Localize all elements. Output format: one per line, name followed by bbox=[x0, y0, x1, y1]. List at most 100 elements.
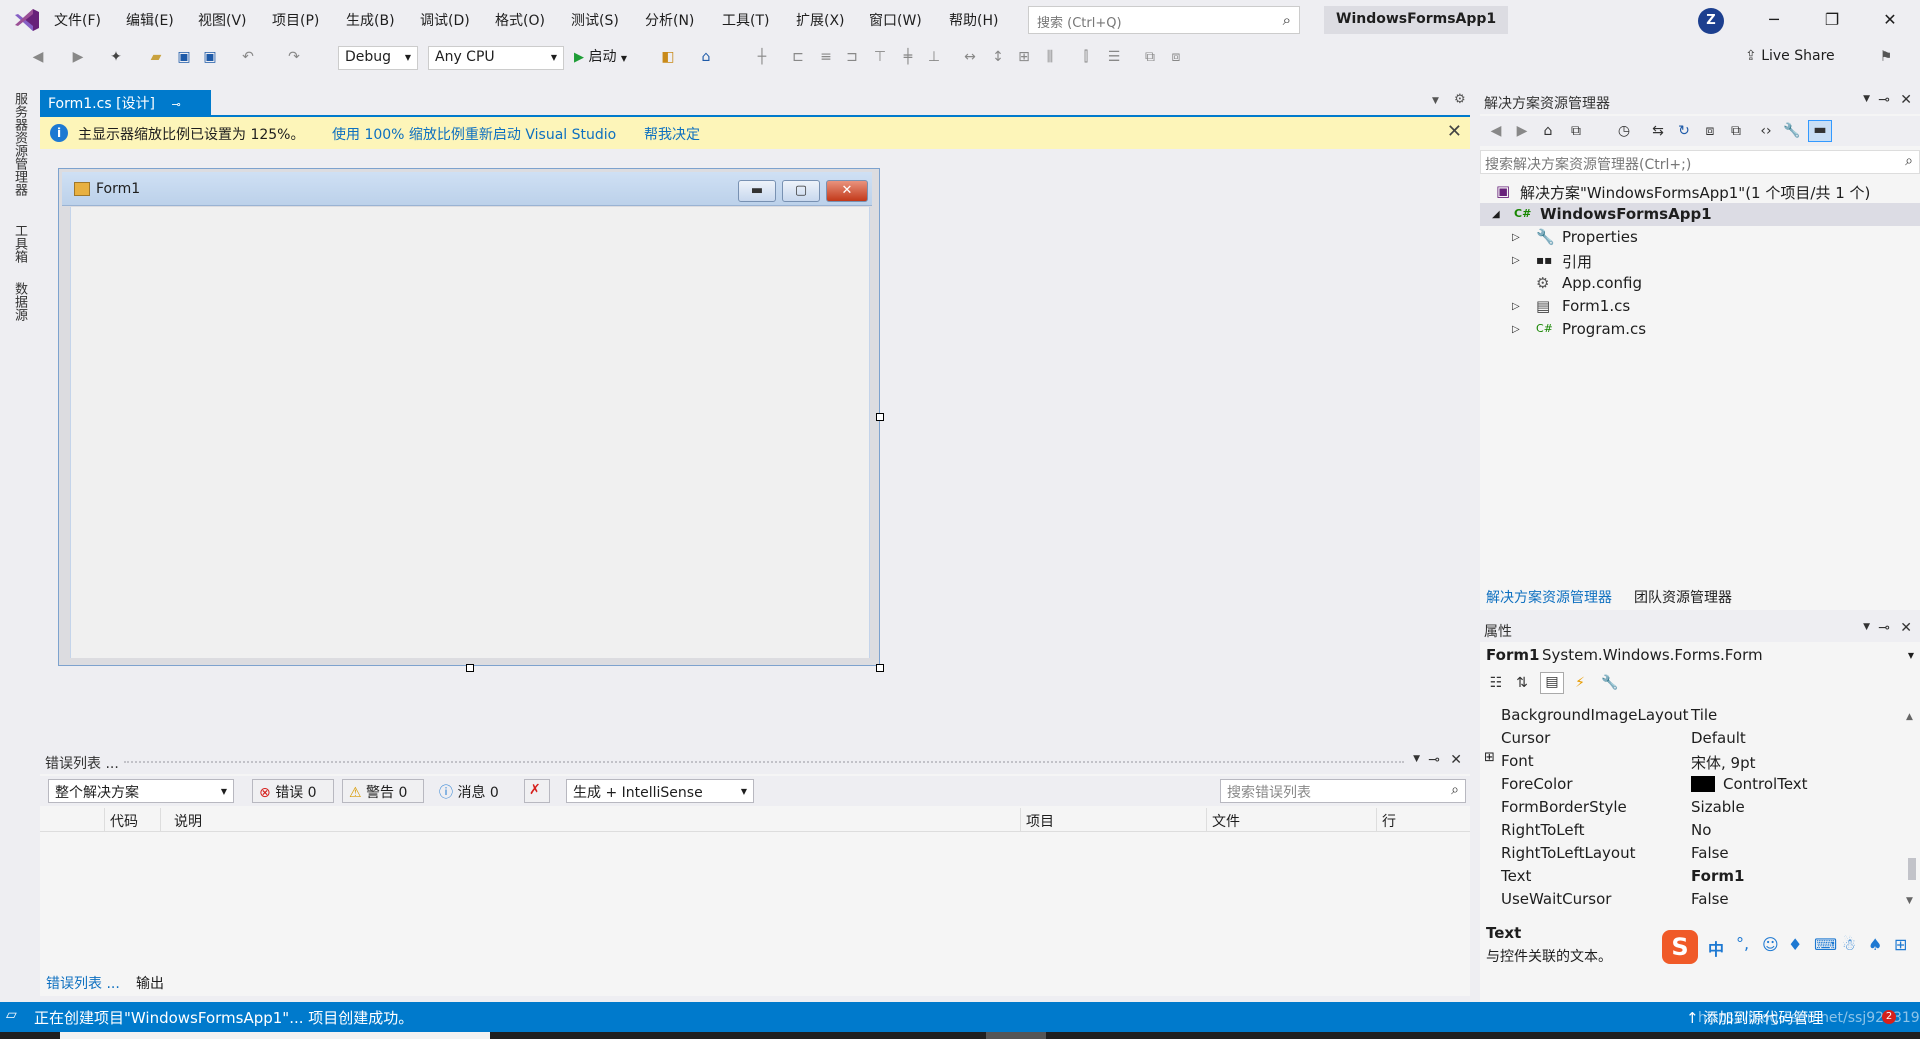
pin-icon[interactable]: ⊸ bbox=[1878, 620, 1890, 636]
center-vertically-icon[interactable]: ☰ bbox=[1104, 48, 1124, 66]
tree-item-solution[interactable]: ▣ 解决方案"WindowsFormsApp1"(1 个项目/共 1 个) bbox=[1480, 180, 1920, 203]
browser-link-icon[interactable]: ⌂ bbox=[696, 48, 716, 66]
error-search-input[interactable]: 搜索错误列表 ⌕ bbox=[1220, 779, 1466, 803]
scrollbar-thumb[interactable] bbox=[1908, 858, 1916, 880]
minimize-window-button[interactable]: ─ bbox=[1754, 6, 1794, 34]
property-row[interactable]: BackgroundImageLayout Tile bbox=[1480, 704, 1920, 727]
property-row[interactable]: ⊞ Font 宋体, 9pt bbox=[1480, 750, 1920, 773]
property-row[interactable]: Text Form1 bbox=[1480, 865, 1920, 888]
menu-edit[interactable]: 编辑(E) bbox=[126, 10, 174, 30]
errors-filter-button[interactable]: ⊗ 错误 0 bbox=[252, 779, 334, 803]
scroll-down-arrow-icon[interactable]: ▼ bbox=[1906, 896, 1913, 906]
column-code[interactable]: 代码 bbox=[110, 811, 138, 831]
object-selector[interactable]: Form1 System.Windows.Forms.Form ▼ bbox=[1480, 644, 1920, 668]
chevron-down-icon[interactable]: ▼ bbox=[1432, 96, 1439, 106]
alphabetical-icon[interactable]: ⇅ bbox=[1512, 674, 1532, 692]
find-in-files-icon[interactable]: ◧ bbox=[658, 48, 678, 66]
quick-search-input[interactable]: 搜索 (Ctrl+Q) ⌕ bbox=[1028, 6, 1300, 34]
error-scope-select[interactable]: 整个解决方案 ▼ bbox=[48, 779, 234, 803]
menu-debug[interactable]: 调试(D) bbox=[420, 10, 470, 30]
home-icon[interactable]: ⌂ bbox=[1538, 122, 1558, 140]
keyboard-icon[interactable]: ⌨ bbox=[1814, 935, 1837, 954]
solution-search-input[interactable]: 搜索解决方案资源管理器(Ctrl+;) ⌕ bbox=[1480, 150, 1920, 174]
preview-selected-icon[interactable]: ▬ bbox=[1808, 120, 1832, 142]
form-maximize-button[interactable]: ▢ bbox=[782, 180, 820, 202]
properties-view-icon[interactable]: ▤ bbox=[1540, 672, 1564, 694]
new-project-icon[interactable]: ✦ bbox=[106, 48, 126, 66]
taskbar-item[interactable] bbox=[986, 1032, 1046, 1039]
chevron-down-icon[interactable]: ▼ bbox=[1863, 622, 1870, 632]
save-icon[interactable]: ▣ bbox=[174, 48, 194, 66]
view-code-icon[interactable]: ‹› bbox=[1756, 122, 1776, 140]
tree-item-form1[interactable]: ▷ ▤ Form1.cs bbox=[1480, 295, 1920, 318]
tree-item-references[interactable]: ▷ ▪▪ 引用 bbox=[1480, 249, 1920, 272]
property-row[interactable]: RightToLeft No bbox=[1480, 819, 1920, 842]
menu-tools[interactable]: 工具(T) bbox=[722, 10, 769, 30]
property-row[interactable]: Cursor Default bbox=[1480, 727, 1920, 750]
menu-extensions[interactable]: 扩展(X) bbox=[796, 10, 845, 30]
filter-errors-icon[interactable]: ✗ bbox=[524, 779, 550, 803]
close-icon[interactable]: ✕ bbox=[1900, 620, 1912, 636]
wrench-icon[interactable]: 🔧 bbox=[1782, 122, 1802, 140]
menu-analyze[interactable]: 分析(N) bbox=[645, 10, 694, 30]
align-rights-icon[interactable]: ⊐ bbox=[842, 48, 862, 66]
bring-to-front-icon[interactable]: ⧉ bbox=[1140, 48, 1160, 66]
tab-error-list[interactable]: 错误列表 ... bbox=[46, 973, 120, 993]
tree-item-app-config[interactable]: ⚙ App.config bbox=[1480, 272, 1920, 295]
navigate-forward-icon[interactable]: ▶ bbox=[68, 48, 88, 66]
taskbar-item[interactable] bbox=[60, 1032, 490, 1039]
form-client-area[interactable] bbox=[70, 207, 870, 658]
toolbox-grid-icon[interactable]: ⊞ bbox=[1894, 935, 1907, 954]
sogou-logo-icon[interactable]: S bbox=[1662, 930, 1698, 964]
live-share-button[interactable]: ⇪ Live Share bbox=[1745, 48, 1835, 64]
close-icon[interactable]: ✕ bbox=[1447, 121, 1462, 142]
menu-project[interactable]: 项目(P) bbox=[272, 10, 319, 30]
center-horizontally-icon[interactable]: ⫿ bbox=[1076, 48, 1096, 66]
maximize-window-button[interactable]: ❐ bbox=[1812, 6, 1852, 34]
pin-icon[interactable]: ⊸ bbox=[1428, 752, 1440, 768]
form-titlebar[interactable]: Form1 ▬ ▢ ✕ bbox=[62, 172, 872, 206]
align-tops-icon[interactable]: ⊤ bbox=[870, 48, 890, 66]
back-icon[interactable]: ◀ bbox=[1486, 122, 1506, 140]
platform-select[interactable]: Any CPU ▼ bbox=[428, 46, 564, 70]
align-lefts-icon[interactable]: ⊏ bbox=[788, 48, 808, 66]
punctuation-icon[interactable]: °, bbox=[1736, 934, 1749, 953]
close-window-button[interactable]: ✕ bbox=[1870, 6, 1910, 34]
column-project[interactable]: 项目 bbox=[1026, 811, 1054, 831]
help-decide-link[interactable]: 帮我决定 bbox=[644, 124, 700, 144]
navigate-back-icon[interactable]: ◀ bbox=[28, 48, 48, 66]
messages-filter-button[interactable]: ⓘ 消息 0 bbox=[432, 779, 510, 803]
align-centers-icon[interactable]: ≡ bbox=[816, 48, 836, 66]
tab-team-explorer[interactable]: 团队资源管理器 bbox=[1634, 587, 1732, 607]
pending-changes-icon[interactable]: ◷ bbox=[1614, 122, 1634, 140]
menu-help[interactable]: 帮助(H) bbox=[949, 10, 998, 30]
redo-icon[interactable]: ↷ bbox=[284, 48, 304, 66]
collapsed-arrow-icon[interactable]: ▷ bbox=[1512, 301, 1520, 312]
align-to-grid-icon[interactable]: ┼ bbox=[752, 48, 772, 66]
property-row[interactable]: UseWaitCursor False bbox=[1480, 888, 1920, 911]
chinese-mode-icon[interactable]: 中 bbox=[1708, 936, 1724, 960]
align-middles-icon[interactable]: ╪ bbox=[898, 48, 918, 66]
resize-handle-bottom[interactable] bbox=[466, 664, 474, 672]
column-file[interactable]: 文件 bbox=[1212, 811, 1240, 831]
send-to-back-icon[interactable]: ⧈ bbox=[1166, 48, 1186, 66]
menu-build[interactable]: 生成(B) bbox=[346, 10, 395, 30]
collapsed-arrow-icon[interactable]: ▷ bbox=[1512, 255, 1520, 266]
horizontal-spacing-icon[interactable]: ⫼ bbox=[1040, 48, 1060, 66]
microphone-icon[interactable]: ♦ bbox=[1788, 935, 1802, 954]
size-to-grid-icon[interactable]: ⊞ bbox=[1014, 48, 1034, 66]
tab-toolbox[interactable]: 工具箱 bbox=[10, 224, 29, 263]
property-row[interactable]: RightToLeftLayout False bbox=[1480, 842, 1920, 865]
menu-test[interactable]: 测试(S) bbox=[571, 10, 619, 30]
same-width-icon[interactable]: ↔ bbox=[960, 48, 980, 66]
collapsed-arrow-icon[interactable]: ▷ bbox=[1512, 232, 1520, 243]
collapsed-arrow-icon[interactable]: ▷ bbox=[1512, 324, 1520, 335]
expanded-arrow-icon[interactable]: ◢ bbox=[1492, 209, 1500, 220]
skin-icon[interactable]: ♠ bbox=[1868, 935, 1882, 954]
scroll-up-arrow-icon[interactable]: ▲ bbox=[1906, 712, 1913, 722]
notification-badge[interactable]: 2 bbox=[1882, 1010, 1896, 1024]
switch-views-icon[interactable]: ⧉ bbox=[1566, 122, 1586, 140]
resize-handle-corner[interactable] bbox=[876, 664, 884, 672]
same-height-icon[interactable]: ↕ bbox=[988, 48, 1008, 66]
form-close-button[interactable]: ✕ bbox=[826, 180, 868, 202]
